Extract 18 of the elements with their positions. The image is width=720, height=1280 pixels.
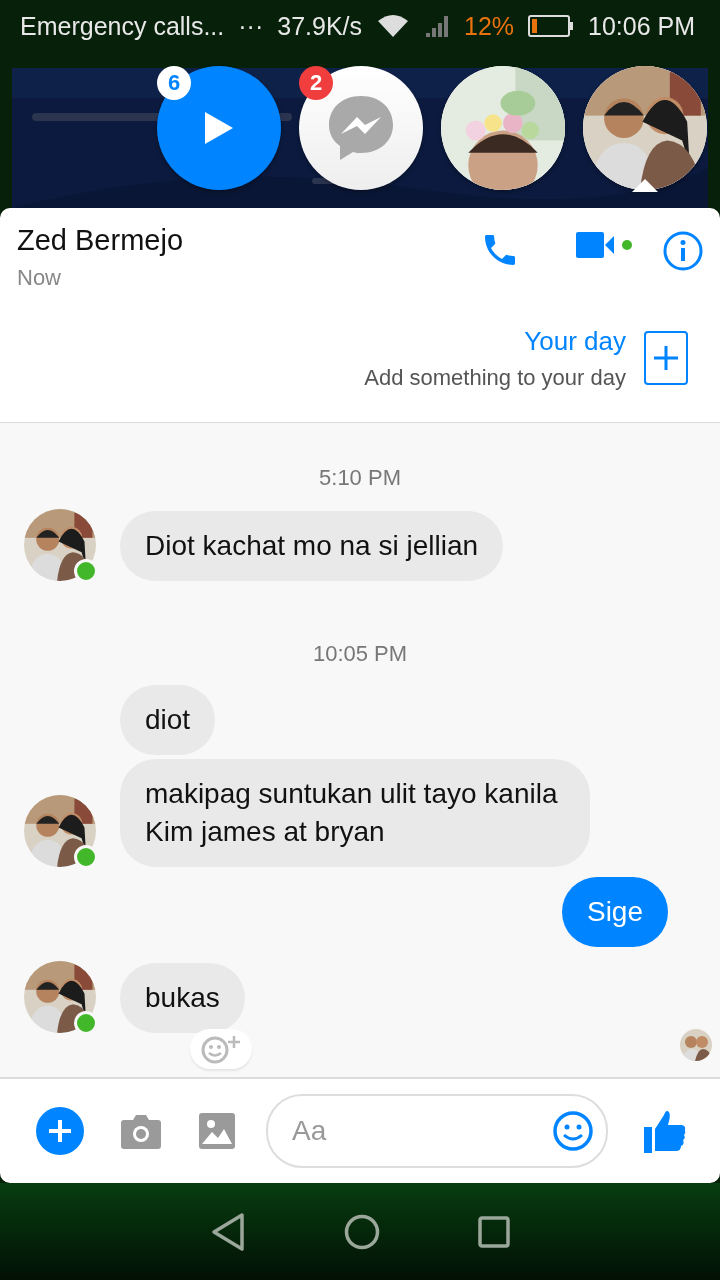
timestamp: 5:10 PM [319, 465, 401, 491]
your-day-title: Your day [524, 325, 626, 357]
more-indicator: ··· [238, 11, 264, 41]
your-day-subtitle: Add something to your day [364, 364, 626, 391]
status-text: Emergency calls... [20, 11, 225, 41]
message-bubble: Sige [561, 877, 668, 947]
message-field[interactable]: Aa [266, 1094, 608, 1168]
contact-name: Zed Bermejo [17, 224, 184, 257]
message-bubble: Diot kachat mo na si jellian [120, 511, 504, 581]
battery-percent: 12% [464, 11, 515, 41]
message-bubble: diot [120, 685, 216, 755]
text-input[interactable]: Aa [290, 1114, 552, 1148]
network-speed: 37.9K/s [277, 11, 362, 41]
active-status: Now [17, 265, 62, 291]
clock: 10:06 PM [588, 11, 696, 41]
message-bubble: bukas [120, 963, 245, 1033]
message-bubble: makipag suntukan ulit tayo kanila Kim james at bryan [120, 759, 590, 867]
timestamp: 10:05 PM [312, 641, 408, 667]
